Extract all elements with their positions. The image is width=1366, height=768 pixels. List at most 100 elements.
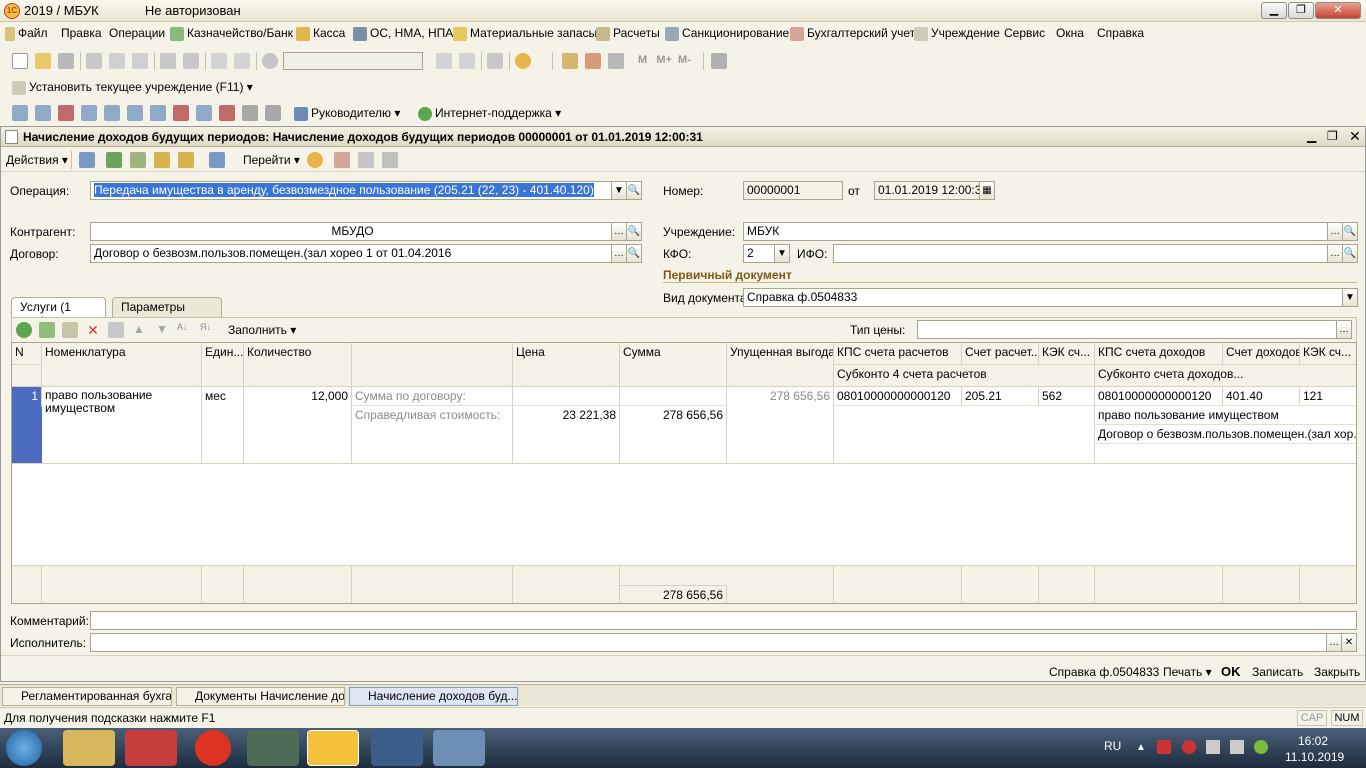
cell-sum[interactable]: 278 656,56	[620, 406, 727, 463]
cell-kps-income[interactable]: 08010000000000120	[1095, 387, 1223, 406]
contractor-search-icon[interactable]: 🔍	[626, 222, 642, 241]
goto-menu[interactable]: Перейти ▾	[243, 153, 300, 167]
navigate-icon[interactable]	[209, 152, 225, 168]
col-header-price[interactable]: Цена	[513, 343, 620, 387]
help-icon[interactable]	[307, 152, 323, 168]
print-icon[interactable]	[160, 53, 176, 69]
open-icon[interactable]	[35, 53, 51, 69]
ifo-field[interactable]	[833, 244, 1328, 263]
print-menu[interactable]: Печать ▾	[1163, 665, 1212, 679]
cell-acc-calc[interactable]: 205.21	[962, 387, 1039, 406]
fill-menu[interactable]: Заполнить ▾	[228, 323, 296, 337]
post-and-close-icon[interactable]	[79, 152, 95, 168]
move-up-icon[interactable]: ▲	[131, 322, 147, 338]
search-icon[interactable]	[262, 53, 278, 69]
cell-kps-calc[interactable]: 08010000000000120	[834, 387, 962, 406]
security-icon[interactable]	[1182, 740, 1196, 754]
tools-icon[interactable]	[711, 53, 727, 69]
contract-field[interactable]: Договор о безвозм.пользов.помещен.(зал х…	[90, 244, 612, 263]
doc-restore-button[interactable]: ❐	[1327, 129, 1338, 143]
executor-select-button[interactable]: …	[1326, 633, 1342, 652]
add-row-icon[interactable]	[16, 322, 32, 338]
institution-select-button[interactable]: …	[1327, 222, 1343, 241]
redo-icon[interactable]	[234, 53, 250, 69]
report-icon[interactable]	[12, 105, 28, 121]
save-icon[interactable]	[58, 53, 74, 69]
calendar-icon[interactable]	[585, 53, 601, 69]
clock-date[interactable]: 11.10.2019	[1285, 750, 1344, 764]
manager-button[interactable]: Руководителю ▾	[294, 106, 400, 121]
form-print-button[interactable]: Справка ф.0504833	[1049, 665, 1159, 679]
tray-arrow-icon[interactable]: ▲	[1136, 742, 1146, 753]
report-icon[interactable]	[35, 105, 51, 121]
maximize-button[interactable]: ❐	[1288, 2, 1314, 19]
clipboard-icon[interactable]	[608, 53, 624, 69]
col-header-kps-income[interactable]: КПС счета доходов	[1095, 343, 1223, 365]
new-icon[interactable]	[12, 53, 28, 69]
post-icon[interactable]	[106, 152, 122, 168]
comment-field[interactable]	[90, 611, 1357, 630]
cell-acc-income[interactable]: 401.40	[1223, 387, 1300, 406]
print-preview-icon[interactable]	[382, 152, 398, 168]
col-header-kek-calc[interactable]: КЭК сч...	[1039, 343, 1095, 365]
undo-icon[interactable]	[211, 53, 227, 69]
report-icon[interactable]	[242, 105, 258, 121]
report-icon[interactable]	[81, 105, 97, 121]
report-icon[interactable]	[265, 105, 281, 121]
delete-row-icon[interactable]: ✕	[85, 322, 101, 338]
col-header-subconto-calc[interactable]: Субконто 4 счета расчетов	[834, 365, 1095, 387]
clock-time[interactable]: 16:02	[1298, 734, 1328, 748]
info-icon[interactable]	[515, 53, 531, 69]
debit-credit-icon[interactable]	[334, 152, 350, 168]
refresh-icon[interactable]	[130, 152, 146, 168]
doc-type-field[interactable]: Справка ф.0504833	[743, 288, 1343, 307]
ifo-select-button[interactable]: …	[1327, 244, 1343, 263]
explorer-icon[interactable]	[63, 730, 115, 766]
menu-accounting[interactable]: Бухгалтерский учет	[790, 26, 915, 41]
cell-subconto-income-2[interactable]: Договор о безвозм.пользов.помещен.(зал х…	[1095, 425, 1356, 444]
col-header-nomenclature[interactable]: Номенклатура	[42, 343, 202, 387]
cell-kek-calc[interactable]: 562	[1039, 387, 1095, 406]
create-based-icon[interactable]	[154, 152, 170, 168]
contract-search-icon[interactable]: 🔍	[626, 244, 642, 263]
memory-buttons[interactable]: M M+ M-	[638, 54, 691, 66]
tab-services[interactable]: Услуги (1 поз.)	[11, 297, 106, 328]
internet-support-button[interactable]: Интернет-поддержка ▾	[418, 106, 561, 121]
move-down-icon[interactable]: ▼	[154, 322, 170, 338]
menu-help[interactable]: Справка	[1097, 26, 1144, 40]
menu-edit[interactable]: Правка	[61, 26, 102, 40]
report-icon[interactable]	[219, 105, 235, 121]
tab-accounting-params[interactable]: Параметры учета	[112, 297, 222, 328]
col-header-sum[interactable]: Сумма	[620, 343, 727, 387]
sort-asc-icon[interactable]: A↓	[177, 322, 193, 338]
volume-icon[interactable]	[1230, 740, 1244, 754]
structure-icon[interactable]	[178, 152, 194, 168]
calendar-icon[interactable]: ▦	[979, 181, 995, 200]
cell-subconto-income-1[interactable]: право пользование имуществом	[1095, 406, 1356, 425]
kfo-field[interactable]: 2	[743, 244, 775, 263]
contractor-field[interactable]: МБУДО	[90, 222, 612, 241]
col-header-lost-profit[interactable]: Упущенная выгода	[727, 343, 834, 387]
report-icon[interactable]	[127, 105, 143, 121]
network-icon[interactable]	[1206, 740, 1220, 754]
menu-fixed-assets[interactable]: ОС, НМА, НПА	[353, 26, 453, 41]
menu-institution[interactable]: Учреждение	[914, 26, 1000, 41]
menu-operations[interactable]: Операции	[109, 26, 165, 40]
set-institution-button[interactable]: Установить текущее учреждение (F11) ▾	[12, 80, 253, 95]
yandex-browser-icon[interactable]	[195, 730, 231, 766]
ok-button[interactable]: OK	[1221, 664, 1241, 679]
cell-subconto-calc[interactable]	[834, 406, 1095, 463]
close-window-button[interactable]: ✕	[1315, 2, 1361, 19]
language-indicator[interactable]: RU	[1104, 739, 1121, 753]
contractor-select-button[interactable]: …	[611, 222, 627, 241]
menu-inventory[interactable]: Материальные запасы	[453, 26, 597, 41]
start-button[interactable]	[6, 730, 42, 766]
price-type-select-button[interactable]: …	[1336, 320, 1352, 339]
report-icon[interactable]	[196, 105, 212, 121]
menu-service[interactable]: Сервис	[1004, 26, 1045, 40]
journal-icon[interactable]	[358, 152, 374, 168]
col-header-subconto-income[interactable]: Субконто счета доходов...	[1095, 365, 1356, 387]
end-edit-icon[interactable]	[108, 322, 124, 338]
col-header-n[interactable]: N	[12, 343, 42, 365]
save-button[interactable]: Записать	[1252, 665, 1303, 679]
